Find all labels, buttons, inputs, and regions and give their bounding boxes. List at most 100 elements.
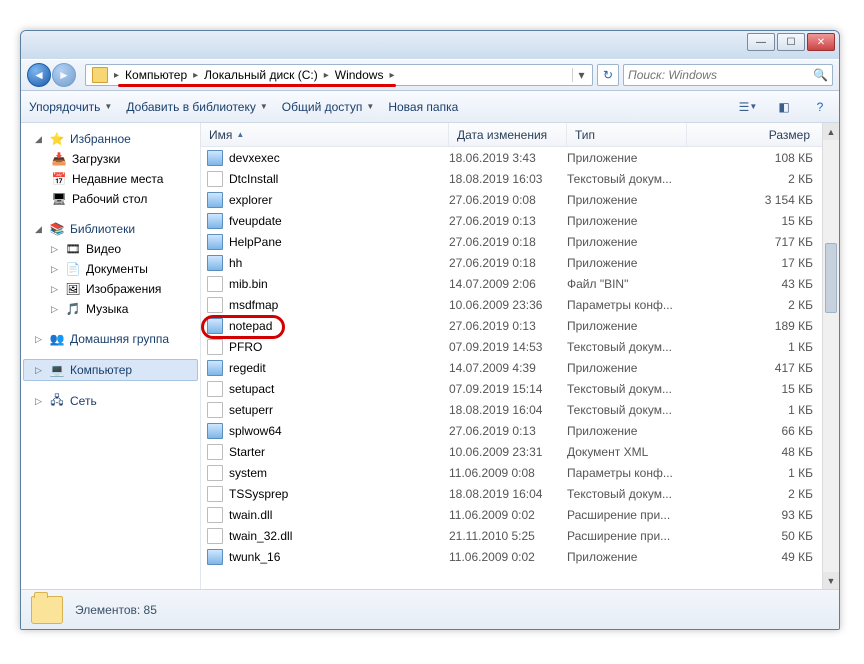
file-row[interactable]: devxexec18.06.2019 3:43Приложение108 КБ [201, 147, 839, 168]
organize-button[interactable]: Упорядочить▼ [29, 100, 112, 114]
file-row[interactable]: Starter10.06.2009 23:31Документ XML48 КБ [201, 441, 839, 462]
col-name[interactable]: Имя▲ [201, 123, 449, 146]
help-button[interactable]: ? [809, 97, 831, 117]
breadcrumb-folder[interactable]: Windows [331, 68, 388, 82]
file-row[interactable]: mib.bin14.07.2009 2:06Файл "BIN"43 КБ [201, 273, 839, 294]
share-button[interactable]: Общий доступ▼ [282, 100, 375, 114]
file-name: mib.bin [229, 277, 268, 291]
breadcrumb-dropdown[interactable]: ▾ [572, 68, 590, 82]
scroll-up-button[interactable]: ▲ [823, 123, 839, 140]
new-folder-button[interactable]: Новая папка [388, 100, 458, 114]
col-type[interactable]: Тип [567, 123, 687, 146]
file-row[interactable]: setupact07.09.2019 15:14Текстовый докум.… [201, 378, 839, 399]
search-box[interactable]: 🔍 [623, 64, 833, 86]
search-input[interactable] [628, 68, 813, 82]
file-type: Параметры конф... [567, 466, 687, 480]
file-size: 15 КБ [687, 214, 839, 228]
chevron-right-icon[interactable]: ▸ [387, 70, 396, 81]
file-row[interactable]: system11.06.2009 0:08Параметры конф...1 … [201, 462, 839, 483]
scroll-thumb[interactable] [825, 243, 837, 313]
file-type: Приложение [567, 235, 687, 249]
column-headers: Имя▲ Дата изменения Тип Размер [201, 123, 839, 147]
chevron-right-icon[interactable]: ▸ [112, 70, 121, 81]
file-type: Текстовый докум... [567, 382, 687, 396]
file-name: HelpPane [229, 235, 282, 249]
file-size: 189 КБ [687, 319, 839, 333]
refresh-button[interactable]: ↻ [597, 64, 619, 86]
tree-documents[interactable]: ▷📄Документы [23, 259, 198, 279]
col-date[interactable]: Дата изменения [449, 123, 567, 146]
tree-network[interactable]: ▷🖧Сеть [23, 391, 198, 411]
file-row[interactable]: HelpPane27.06.2019 0:18Приложение717 КБ [201, 231, 839, 252]
file-row[interactable]: DtcInstall18.08.2019 16:03Текстовый доку… [201, 168, 839, 189]
file-row[interactable]: hh27.06.2019 0:18Приложение17 КБ [201, 252, 839, 273]
file-row[interactable]: twain.dll11.06.2009 0:02Расширение при..… [201, 504, 839, 525]
file-icon [207, 381, 223, 397]
file-row[interactable]: TSSysprep18.08.2019 16:04Текстовый докум… [201, 483, 839, 504]
maximize-button[interactable]: ☐ [777, 33, 805, 51]
file-type: Приложение [567, 424, 687, 438]
vertical-scrollbar[interactable]: ▲ ▼ [822, 123, 839, 589]
file-row[interactable]: splwow6427.06.2019 0:13Приложение66 КБ [201, 420, 839, 441]
tree-downloads[interactable]: 📥Загрузки [23, 149, 198, 169]
file-date: 27.06.2019 0:13 [449, 319, 567, 333]
file-size: 49 КБ [687, 550, 839, 564]
file-name: fveupdate [229, 214, 282, 228]
file-date: 10.06.2009 23:31 [449, 445, 567, 459]
breadcrumb-drive[interactable]: Локальный диск (C:) [200, 68, 322, 82]
chevron-right-icon[interactable]: ▸ [322, 70, 331, 81]
file-row[interactable]: explorer27.06.2019 0:08Приложение3 154 К… [201, 189, 839, 210]
tree-pictures[interactable]: ▷🖼Изображения [23, 279, 198, 299]
scroll-down-button[interactable]: ▼ [823, 572, 839, 589]
back-button[interactable]: ◄ [27, 63, 51, 87]
file-size: 1 КБ [687, 466, 839, 480]
minimize-button[interactable]: — [747, 33, 775, 51]
address-bar: ◄ ► ▸ Компьютер ▸ Локальный диск (C:) ▸ … [21, 59, 839, 91]
tree-libraries[interactable]: ◢📚Библиотеки [23, 219, 198, 239]
preview-pane-button[interactable]: ◧ [773, 97, 795, 117]
file-row[interactable]: PFRO07.09.2019 14:53Текстовый докум...1 … [201, 336, 839, 357]
col-size[interactable]: Размер [687, 123, 839, 146]
tree-desktop[interactable]: 🖥Рабочий стол [23, 189, 198, 209]
tree-music[interactable]: ▷🎵Музыка [23, 299, 198, 319]
file-row[interactable]: notepad27.06.2019 0:13Приложение189 КБ [201, 315, 839, 336]
file-type: Приложение [567, 214, 687, 228]
file-size: 717 КБ [687, 235, 839, 249]
close-button[interactable]: ✕ [807, 33, 835, 51]
tree-computer[interactable]: ▷💻Компьютер [23, 359, 198, 381]
file-name: twain.dll [229, 508, 272, 522]
file-icon [207, 255, 223, 271]
file-row[interactable]: regedit14.07.2009 4:39Приложение417 КБ [201, 357, 839, 378]
file-type: Текстовый докум... [567, 340, 687, 354]
file-name: Starter [229, 445, 265, 459]
view-options-button[interactable]: ☰ ▼ [737, 97, 759, 117]
file-date: 14.07.2009 2:06 [449, 277, 567, 291]
file-size: 2 КБ [687, 298, 839, 312]
tree-recent[interactable]: 📅Недавние места [23, 169, 198, 189]
file-row[interactable]: msdfmap10.06.2009 23:36Параметры конф...… [201, 294, 839, 315]
file-row[interactable]: twain_32.dll21.11.2010 5:25Расширение пр… [201, 525, 839, 546]
file-row[interactable]: fveupdate27.06.2019 0:13Приложение15 КБ [201, 210, 839, 231]
breadcrumb-computer[interactable]: Компьютер [121, 68, 191, 82]
tree-video[interactable]: ▷🎞Видео [23, 239, 198, 259]
star-icon: ⭐ [49, 131, 65, 147]
file-row[interactable]: setuperr18.08.2019 16:04Текстовый докум.… [201, 399, 839, 420]
chevron-right-icon[interactable]: ▸ [191, 70, 200, 81]
forward-button[interactable]: ► [52, 63, 76, 87]
tree-favorites[interactable]: ◢⭐Избранное [23, 129, 198, 149]
file-type: Расширение при... [567, 529, 687, 543]
breadcrumb[interactable]: ▸ Компьютер ▸ Локальный диск (C:) ▸ Wind… [85, 64, 593, 86]
search-icon[interactable]: 🔍 [813, 68, 828, 82]
file-row[interactable]: twunk_1611.06.2009 0:02Приложение49 КБ [201, 546, 839, 567]
file-name: DtcInstall [229, 172, 278, 186]
file-size: 48 КБ [687, 445, 839, 459]
file-name: splwow64 [229, 424, 282, 438]
add-to-library-button[interactable]: Добавить в библиотеку▼ [126, 100, 267, 114]
video-icon: 🎞 [65, 241, 81, 257]
desktop-icon: 🖥 [51, 191, 67, 207]
tree-homegroup[interactable]: ▷👥Домашняя группа [23, 329, 198, 349]
downloads-icon: 📥 [51, 151, 67, 167]
file-name: msdfmap [229, 298, 278, 312]
status-item-count: Элементов: 85 [75, 603, 157, 617]
file-size: 108 КБ [687, 151, 839, 165]
